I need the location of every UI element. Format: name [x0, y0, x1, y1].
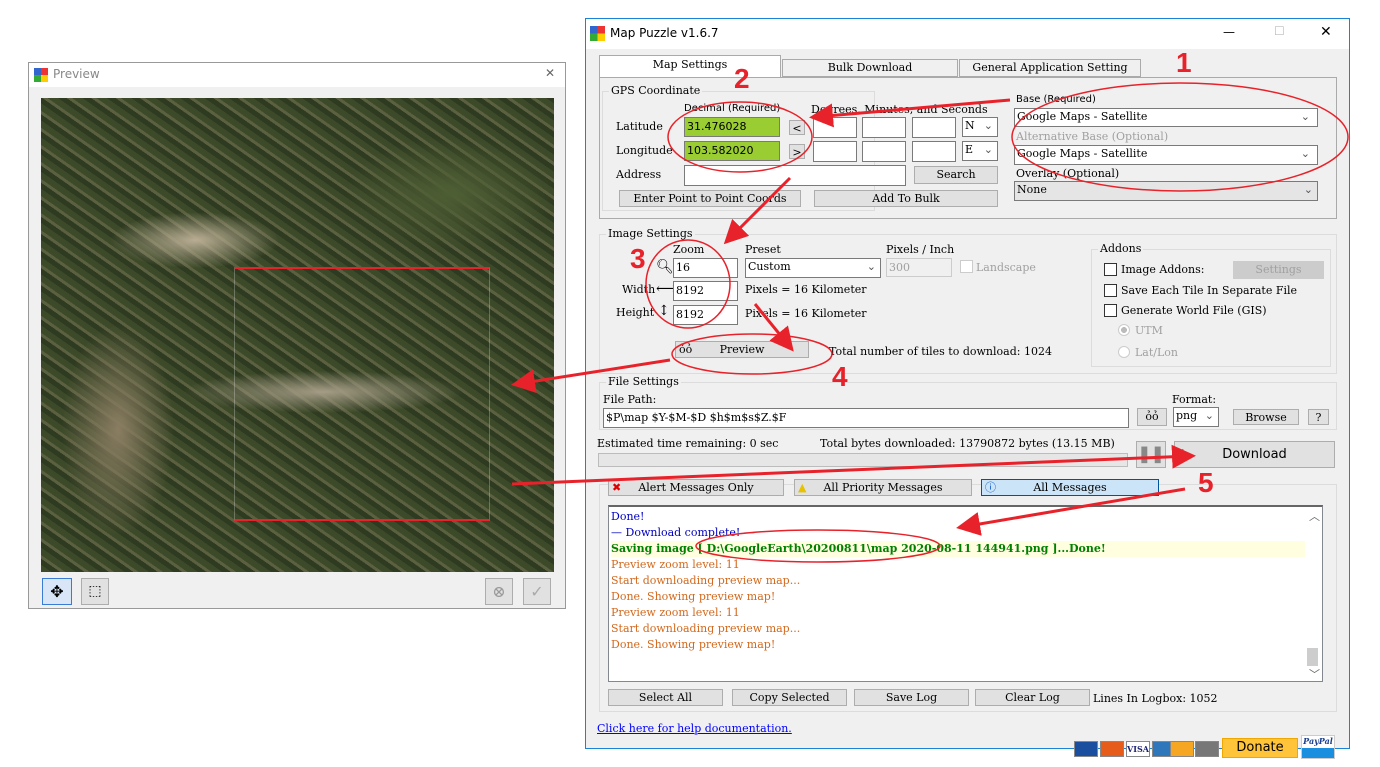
annotation-overlay: 1 2 3 4 5 [511, 47, 1349, 563]
annotation-ellipse-1 [1011, 82, 1349, 192]
annotation-arrow [753, 303, 794, 352]
annotation-3: 3 [630, 243, 646, 274]
annotation-arrow [511, 358, 671, 394]
annotation-arrow [809, 98, 1011, 128]
annotation-arrow [723, 176, 792, 245]
annotation-arrow [956, 487, 1186, 536]
annotation-4: 4 [832, 361, 848, 392]
annotation-ellipse-4 [671, 333, 833, 375]
annotation-ellipse-3 [645, 239, 731, 329]
annotation-1: 1 [1176, 47, 1192, 78]
annotation-2: 2 [734, 63, 750, 94]
annotation-arrow [511, 444, 1196, 486]
annotation-ellipse-2 [667, 101, 813, 173]
annotation-ellipse-5 [695, 529, 941, 563]
annotation-5: 5 [1198, 467, 1214, 498]
